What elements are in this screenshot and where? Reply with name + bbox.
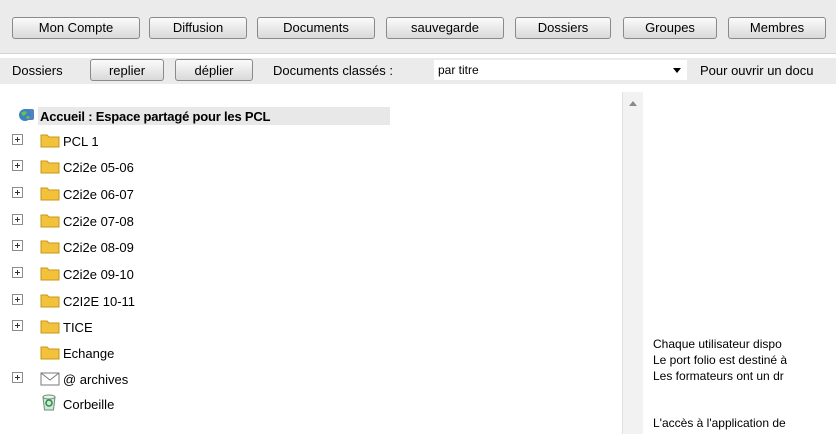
chevron-down-icon <box>673 68 681 73</box>
documents-classes-label: Documents classés : <box>273 63 393 78</box>
description-panel: Chaque utilisateur dispo Le port folio e… <box>643 92 836 434</box>
description-line: L'accès à l'application de <box>653 416 786 430</box>
folder-icon <box>40 134 60 148</box>
dossiers-button[interactable]: Dossiers <box>515 17 611 39</box>
tree-node[interactable]: Corbeille <box>0 394 300 415</box>
sort-order-value: par titre <box>438 63 479 77</box>
header-separator <box>0 84 836 92</box>
tree-root[interactable]: Accueil : Espace partagé pour les PCL <box>16 106 390 126</box>
tree-node[interactable]: TICE <box>0 318 300 338</box>
top-toolbar: Mon Compte Diffusion Documents sauvegard… <box>0 0 836 54</box>
tree-node[interactable]: @ archives <box>0 370 300 390</box>
tree-node[interactable]: C2i2e 05-06 <box>0 158 300 178</box>
globe-network-icon <box>19 109 34 121</box>
deplier-button[interactable]: déplier <box>175 59 253 81</box>
folder-controls-bar: Dossiers replier déplier Documents class… <box>0 58 836 84</box>
tree-node-label: TICE <box>63 320 93 335</box>
expand-plus-icon[interactable] <box>12 214 23 225</box>
tree-node-label: Echange <box>63 346 115 361</box>
expand-plus-icon[interactable] <box>12 160 23 171</box>
tree-node[interactable]: Echange <box>0 344 300 364</box>
root-label: Accueil : Espace partagé pour les PCL <box>40 109 271 124</box>
tree-node-label: C2i2e 07-08 <box>63 214 134 229</box>
expand-plus-icon[interactable] <box>12 134 23 145</box>
folder-icon <box>40 346 60 360</box>
envelope-icon <box>40 372 60 386</box>
dossiers-label: Dossiers <box>12 63 63 78</box>
tree-node-label: C2i2e 09-10 <box>63 267 134 282</box>
folder-icon <box>40 267 60 281</box>
tree-node[interactable]: C2i2e 07-08 <box>0 212 300 232</box>
tree-node[interactable]: C2i2e 08-09 <box>0 238 300 258</box>
folder-icon <box>40 294 60 308</box>
membres-button[interactable]: Membres <box>728 17 826 39</box>
tree-node-label: C2I2E 10-11 <box>63 294 136 309</box>
tree-node-label: C2i2e 05-06 <box>63 160 134 175</box>
expand-plus-icon[interactable] <box>12 240 23 251</box>
tree-node[interactable]: C2I2E 10-11 <box>0 292 300 312</box>
groupes-button[interactable]: Groupes <box>623 17 717 39</box>
description-line: Chaque utilisateur dispo <box>653 337 782 351</box>
expand-plus-icon[interactable] <box>12 187 23 198</box>
folder-icon <box>40 240 60 254</box>
folder-tree: Accueil : Espace partagé pour les PCL PC… <box>0 92 622 434</box>
replier-button[interactable]: replier <box>90 59 164 81</box>
tree-node[interactable]: C2i2e 06-07 <box>0 185 300 205</box>
tree-node-label: Corbeille <box>63 397 115 412</box>
scroll-up-arrow-icon[interactable] <box>629 101 637 106</box>
tree-node[interactable]: PCL 1 <box>0 132 300 152</box>
expand-plus-icon[interactable] <box>12 267 23 278</box>
expand-plus-icon[interactable] <box>12 294 23 305</box>
sort-order-select[interactable]: par titre <box>434 60 687 80</box>
diffusion-button[interactable]: Diffusion <box>149 17 247 39</box>
documents-button[interactable]: Documents <box>257 17 375 39</box>
recycle-bin-icon <box>42 394 56 411</box>
mon-compte-button[interactable]: Mon Compte <box>12 17 140 39</box>
expand-plus-icon[interactable] <box>12 372 23 383</box>
tree-node[interactable]: C2i2e 09-10 <box>0 265 300 285</box>
open-document-hint: Pour ouvrir un docu <box>700 63 814 78</box>
folder-icon <box>40 160 60 174</box>
tree-node-label: C2i2e 08-09 <box>63 240 134 255</box>
folder-icon <box>40 214 60 228</box>
description-line: Les formateurs ont un dr <box>653 369 784 383</box>
sauvegarde-button[interactable]: sauvegarde <box>386 17 504 39</box>
tree-node-label: @ archives <box>63 372 129 387</box>
folder-icon <box>40 320 60 334</box>
description-line: Le port folio est destiné à <box>653 353 788 367</box>
tree-node-label: PCL 1 <box>63 134 99 149</box>
tree-scrollbar[interactable] <box>622 92 643 434</box>
folder-icon <box>40 187 60 201</box>
tree-node-label: C2i2e 06-07 <box>63 187 134 202</box>
expand-plus-icon[interactable] <box>12 320 23 331</box>
